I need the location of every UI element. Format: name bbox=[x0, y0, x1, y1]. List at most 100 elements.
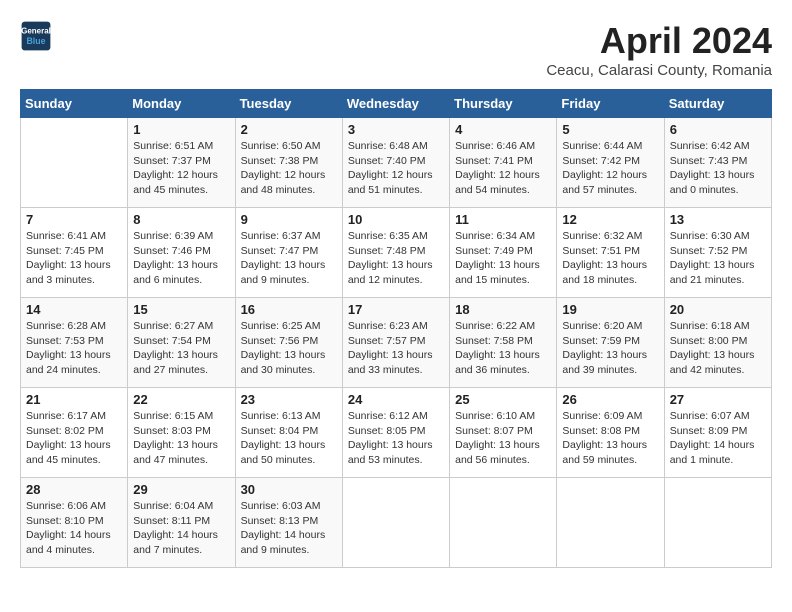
day-number: 9 bbox=[241, 212, 337, 227]
day-number: 26 bbox=[562, 392, 658, 407]
day-info: Sunrise: 6:46 AMSunset: 7:41 PMDaylight:… bbox=[455, 139, 551, 198]
calendar-cell: 11 Sunrise: 6:34 AMSunset: 7:49 PMDayligh… bbox=[450, 208, 557, 298]
calendar-cell: 23Sunrise: 6:13 AMSunset: 8:04 PMDayligh… bbox=[235, 388, 342, 478]
title-block: April 2024 Ceacu, Calarasi County, Roman… bbox=[546, 20, 772, 79]
calendar-cell bbox=[557, 478, 664, 568]
logo: General Blue bbox=[20, 20, 56, 52]
calendar-week-4: 21Sunrise: 6:17 AMSunset: 8:02 PMDayligh… bbox=[21, 388, 772, 478]
svg-text:General: General bbox=[21, 27, 51, 36]
calendar-cell: 20 Sunrise: 6:18 AMSunset: 8:00 PMDayligh… bbox=[664, 298, 771, 388]
calendar-cell: 19 Sunrise: 6:20 AMSunset: 7:59 PMDayligh… bbox=[557, 298, 664, 388]
day-number: 17 bbox=[348, 302, 444, 317]
day-info: Sunrise: 6:09 AMSunset: 8:08 PMDaylight:… bbox=[562, 409, 658, 468]
day-number: 22 bbox=[133, 392, 229, 407]
calendar-cell: 30 Sunrise: 6:03 AMSunset: 8:13 PMDayligh… bbox=[235, 478, 342, 568]
day-info: Sunrise: 6:41 AMSunset: 7:45 PMDaylight:… bbox=[26, 229, 122, 288]
day-number: 23 bbox=[241, 392, 337, 407]
day-info: Sunrise: 6:28 AMSunset: 7:53 PMDaylight:… bbox=[26, 319, 122, 378]
calendar-cell: 4 Sunrise: 6:46 AMSunset: 7:41 PMDaylight… bbox=[450, 118, 557, 208]
day-number: 29 bbox=[133, 482, 229, 497]
col-header-thursday: Thursday bbox=[450, 90, 557, 118]
day-info: Sunrise: 6:03 AMSunset: 8:13 PMDaylight:… bbox=[241, 499, 337, 558]
calendar-cell: 22 Sunrise: 6:15 AMSunset: 8:03 PMDayligh… bbox=[128, 388, 235, 478]
calendar-cell: 29 Sunrise: 6:04 AMSunset: 8:11 PMDayligh… bbox=[128, 478, 235, 568]
day-number: 4 bbox=[455, 122, 551, 137]
day-info: Sunrise: 6:18 AMSunset: 8:00 PMDaylight:… bbox=[670, 319, 766, 378]
location-subtitle: Ceacu, Calarasi County, Romania bbox=[546, 62, 772, 79]
day-info: Sunrise: 6:12 AMSunset: 8:05 PMDaylight:… bbox=[348, 409, 444, 468]
day-info: Sunrise: 6:15 AMSunset: 8:03 PMDaylight:… bbox=[133, 409, 229, 468]
day-info: Sunrise: 6:20 AMSunset: 7:59 PMDaylight:… bbox=[562, 319, 658, 378]
day-info: Sunrise: 6:25 AMSunset: 7:56 PMDaylight:… bbox=[241, 319, 337, 378]
calendar-cell: 13 Sunrise: 6:30 AMSunset: 7:52 PMDayligh… bbox=[664, 208, 771, 298]
col-header-friday: Friday bbox=[557, 90, 664, 118]
day-info: Sunrise: 6:30 AMSunset: 7:52 PMDaylight:… bbox=[670, 229, 766, 288]
calendar-cell: 27Sunrise: 6:07 AMSunset: 8:09 PMDayligh… bbox=[664, 388, 771, 478]
day-number: 11 bbox=[455, 212, 551, 227]
day-info: Sunrise: 6:23 AMSunset: 7:57 PMDaylight:… bbox=[348, 319, 444, 378]
day-info: Sunrise: 6:27 AMSunset: 7:54 PMDaylight:… bbox=[133, 319, 229, 378]
day-number: 25 bbox=[455, 392, 551, 407]
col-header-sunday: Sunday bbox=[21, 90, 128, 118]
day-number: 16 bbox=[241, 302, 337, 317]
day-info: Sunrise: 6:34 AMSunset: 7:49 PMDaylight:… bbox=[455, 229, 551, 288]
day-number: 12 bbox=[562, 212, 658, 227]
calendar-cell bbox=[21, 118, 128, 208]
calendar-cell: 10Sunrise: 6:35 AMSunset: 7:48 PMDayligh… bbox=[342, 208, 449, 298]
calendar-cell: 9Sunrise: 6:37 AMSunset: 7:47 PMDaylight… bbox=[235, 208, 342, 298]
calendar-cell: 26 Sunrise: 6:09 AMSunset: 8:08 PMDayligh… bbox=[557, 388, 664, 478]
day-number: 18 bbox=[455, 302, 551, 317]
calendar-cell: 16 Sunrise: 6:25 AMSunset: 7:56 PMDayligh… bbox=[235, 298, 342, 388]
calendar-table: SundayMondayTuesdayWednesdayThursdayFrid… bbox=[20, 89, 772, 568]
day-info: Sunrise: 6:32 AMSunset: 7:51 PMDaylight:… bbox=[562, 229, 658, 288]
calendar-cell: 17 Sunrise: 6:23 AMSunset: 7:57 PMDayligh… bbox=[342, 298, 449, 388]
month-title: April 2024 bbox=[546, 20, 772, 62]
calendar-cell: 2Sunrise: 6:50 AMSunset: 7:38 PMDaylight… bbox=[235, 118, 342, 208]
calendar-cell: 28 Sunrise: 6:06 AMSunset: 8:10 PMDayligh… bbox=[21, 478, 128, 568]
calendar-cell: 8Sunrise: 6:39 AMSunset: 7:46 PMDaylight… bbox=[128, 208, 235, 298]
calendar-week-1: 1Sunrise: 6:51 AMSunset: 7:37 PMDaylight… bbox=[21, 118, 772, 208]
calendar-cell: 21Sunrise: 6:17 AMSunset: 8:02 PMDayligh… bbox=[21, 388, 128, 478]
day-info: Sunrise: 6:04 AMSunset: 8:11 PMDaylight:… bbox=[133, 499, 229, 558]
day-number: 20 bbox=[670, 302, 766, 317]
calendar-cell: 12 Sunrise: 6:32 AMSunset: 7:51 PMDayligh… bbox=[557, 208, 664, 298]
day-info: Sunrise: 6:44 AMSunset: 7:42 PMDaylight:… bbox=[562, 139, 658, 198]
day-info: Sunrise: 6:22 AMSunset: 7:58 PMDaylight:… bbox=[455, 319, 551, 378]
day-number: 19 bbox=[562, 302, 658, 317]
day-info: Sunrise: 6:07 AMSunset: 8:09 PMDaylight:… bbox=[670, 409, 766, 468]
day-number: 8 bbox=[133, 212, 229, 227]
day-info: Sunrise: 6:42 AMSunset: 7:43 PMDaylight:… bbox=[670, 139, 766, 198]
day-number: 2 bbox=[241, 122, 337, 137]
day-info: Sunrise: 6:51 AMSunset: 7:37 PMDaylight:… bbox=[133, 139, 229, 198]
day-number: 10 bbox=[348, 212, 444, 227]
calendar-cell: 24 Sunrise: 6:12 AMSunset: 8:05 PMDayligh… bbox=[342, 388, 449, 478]
calendar-cell: 6 Sunrise: 6:42 AMSunset: 7:43 PMDaylight… bbox=[664, 118, 771, 208]
calendar-cell: 5 Sunrise: 6:44 AMSunset: 7:42 PMDaylight… bbox=[557, 118, 664, 208]
day-info: Sunrise: 6:06 AMSunset: 8:10 PMDaylight:… bbox=[26, 499, 122, 558]
day-info: Sunrise: 6:17 AMSunset: 8:02 PMDaylight:… bbox=[26, 409, 122, 468]
day-number: 5 bbox=[562, 122, 658, 137]
day-number: 7 bbox=[26, 212, 122, 227]
day-number: 28 bbox=[26, 482, 122, 497]
logo-icon: General Blue bbox=[20, 20, 52, 52]
day-number: 30 bbox=[241, 482, 337, 497]
day-number: 13 bbox=[670, 212, 766, 227]
calendar-cell: 3 Sunrise: 6:48 AMSunset: 7:40 PMDaylight… bbox=[342, 118, 449, 208]
day-number: 15 bbox=[133, 302, 229, 317]
day-number: 24 bbox=[348, 392, 444, 407]
calendar-cell: 15 Sunrise: 6:27 AMSunset: 7:54 PMDayligh… bbox=[128, 298, 235, 388]
calendar-cell: 18 Sunrise: 6:22 AMSunset: 7:58 PMDayligh… bbox=[450, 298, 557, 388]
day-number: 3 bbox=[348, 122, 444, 137]
day-info: Sunrise: 6:10 AMSunset: 8:07 PMDaylight:… bbox=[455, 409, 551, 468]
calendar-cell: 25 Sunrise: 6:10 AMSunset: 8:07 PMDayligh… bbox=[450, 388, 557, 478]
calendar-cell bbox=[450, 478, 557, 568]
calendar-cell bbox=[342, 478, 449, 568]
day-number: 14 bbox=[26, 302, 122, 317]
day-info: Sunrise: 6:48 AMSunset: 7:40 PMDaylight:… bbox=[348, 139, 444, 198]
calendar-cell: 1Sunrise: 6:51 AMSunset: 7:37 PMDaylight… bbox=[128, 118, 235, 208]
col-header-saturday: Saturday bbox=[664, 90, 771, 118]
svg-text:Blue: Blue bbox=[26, 36, 45, 46]
page-header: General Blue April 2024 Ceacu, Calarasi … bbox=[20, 20, 772, 79]
calendar-week-5: 28 Sunrise: 6:06 AMSunset: 8:10 PMDayligh… bbox=[21, 478, 772, 568]
day-number: 6 bbox=[670, 122, 766, 137]
